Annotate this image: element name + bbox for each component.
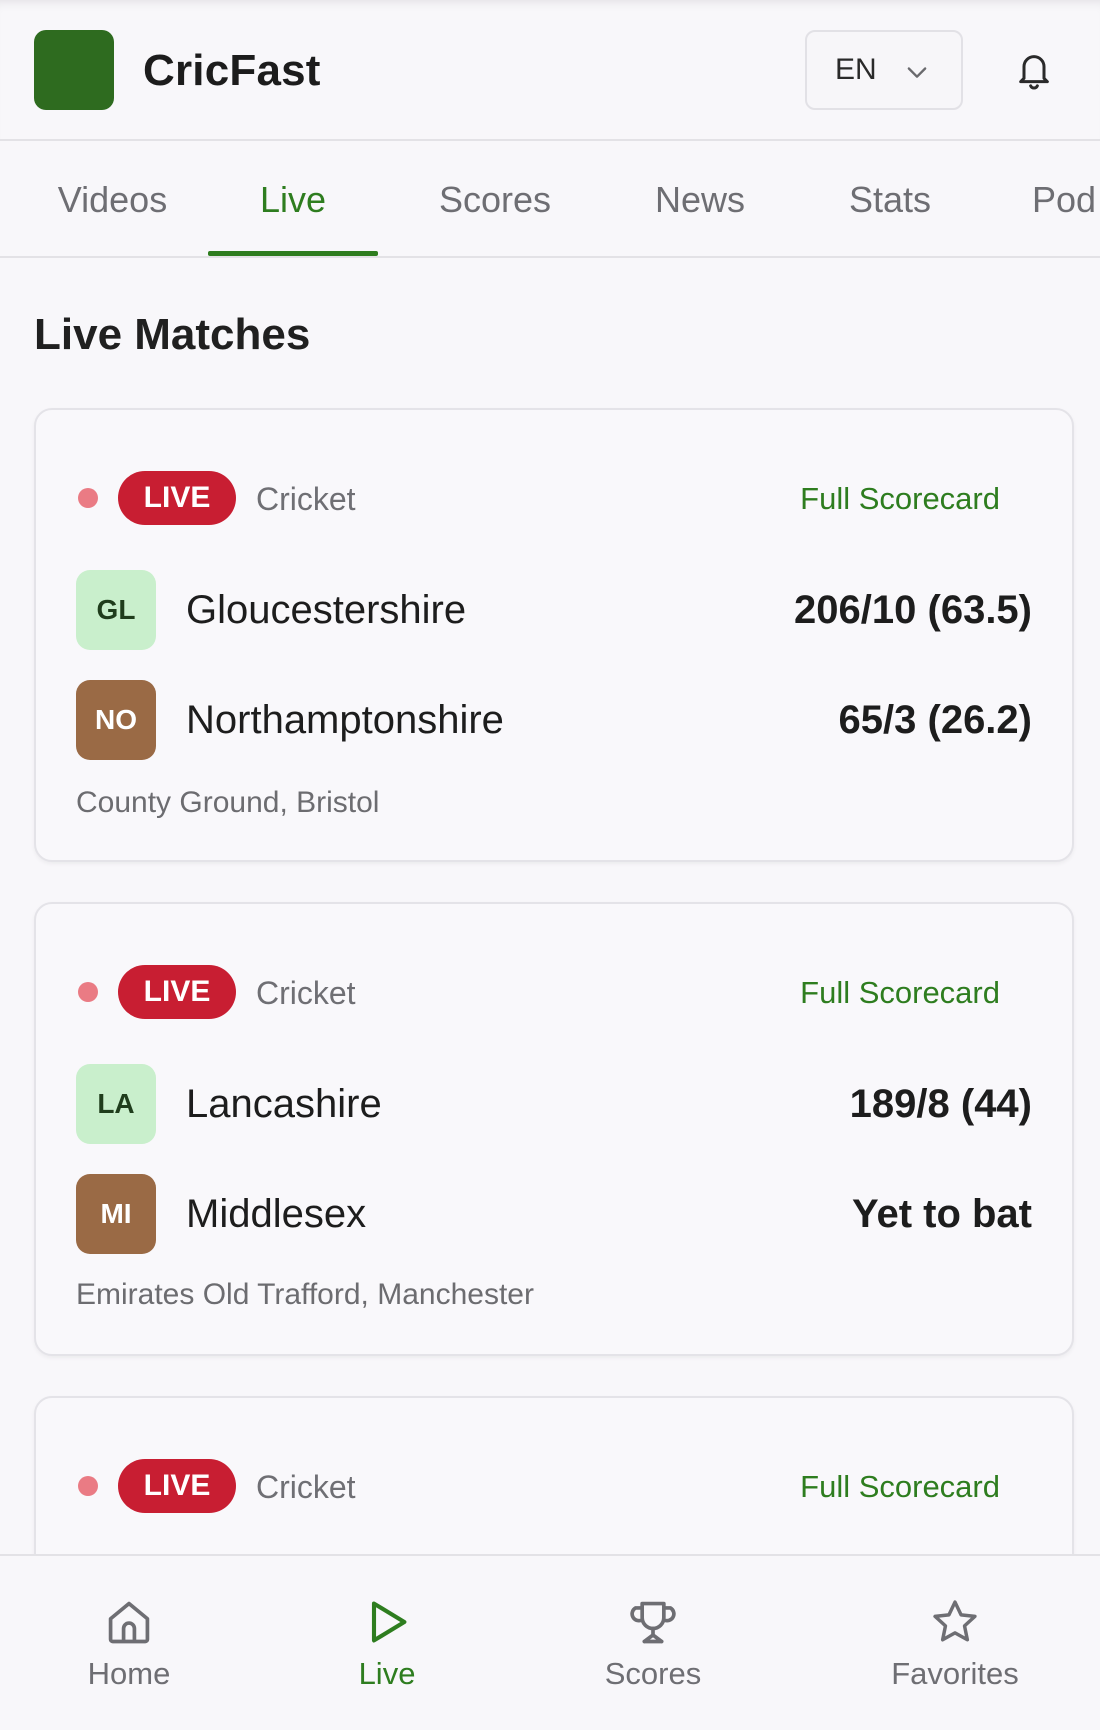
tab-stats[interactable]: Stats	[805, 141, 975, 256]
team-row: LA Lancashire 189/8 (44)	[76, 1064, 1032, 1144]
venue-label: County Ground, Bristol	[76, 786, 380, 819]
page-title: Live Matches	[34, 310, 311, 359]
team-row: GL Gloucestershire 206/10 (63.5)	[76, 570, 1032, 650]
star-icon	[933, 1600, 977, 1642]
full-scorecard-link[interactable]: Full Scorecard	[800, 481, 1000, 517]
live-badge: LIVE	[118, 965, 236, 1019]
team-score: Yet to bat	[851, 1192, 1032, 1236]
nav-live[interactable]: Live	[287, 1556, 487, 1730]
bottom-navigation: Home Live Scores Favorites	[0, 1554, 1100, 1730]
trophy-icon	[630, 1601, 676, 1644]
team-badge: NO	[76, 680, 156, 760]
tab-live[interactable]: Live	[208, 141, 378, 256]
team-badge: LA	[76, 1064, 156, 1144]
bell-icon[interactable]	[1014, 48, 1054, 92]
live-dot-icon	[78, 1476, 98, 1496]
team-name: Middlesex	[186, 1192, 367, 1236]
category-tabs: Videos Live Scores News Stats Pod	[0, 141, 1100, 258]
team-name: Gloucestershire	[186, 588, 467, 632]
sport-label: Cricket	[256, 975, 356, 1011]
live-dot-icon	[78, 488, 98, 508]
live-badge: LIVE	[118, 1459, 236, 1513]
app-header: CricFast EN	[0, 0, 1100, 141]
tab-news[interactable]: News	[615, 141, 785, 256]
nav-favorites[interactable]: Favorites	[855, 1556, 1055, 1730]
sport-label: Cricket	[256, 481, 356, 517]
team-score: 189/8 (44)	[849, 1082, 1032, 1126]
active-tab-indicator	[208, 251, 378, 256]
nav-home-label: Home	[87, 1656, 171, 1691]
team-badge: MI	[76, 1174, 156, 1254]
chevron-down-icon	[907, 67, 927, 78]
nav-scores-label: Scores	[604, 1656, 702, 1691]
tab-pod[interactable]: Pod	[1010, 141, 1100, 256]
team-name: Northamptonshire	[186, 698, 504, 742]
language-select[interactable]: EN	[805, 30, 963, 110]
team-badge: GL	[76, 570, 156, 650]
nav-favorites-label: Favorites	[891, 1656, 1019, 1691]
team-row: NO Northamptonshire 65/3 (26.2)	[76, 680, 1032, 760]
team-name: Lancashire	[186, 1082, 382, 1126]
nav-live-label: Live	[358, 1656, 416, 1691]
team-row: MI Middlesex Yet to bat	[76, 1174, 1032, 1254]
team-score: 65/3 (26.2)	[838, 698, 1032, 742]
tab-videos[interactable]: Videos	[30, 141, 195, 256]
sport-label: Cricket	[256, 1469, 356, 1505]
match-card[interactable]: LIVE Cricket Full Scorecard LA Lancashir…	[34, 902, 1074, 1356]
home-icon	[108, 1601, 150, 1644]
team-score: 206/10 (63.5)	[794, 588, 1032, 632]
full-scorecard-link[interactable]: Full Scorecard	[800, 1469, 1000, 1505]
nav-home[interactable]: Home	[29, 1556, 229, 1730]
match-card[interactable]: LIVE Cricket Full Scorecard GL Glouceste…	[34, 408, 1074, 862]
full-scorecard-link[interactable]: Full Scorecard	[800, 975, 1000, 1011]
nav-scores[interactable]: Scores	[553, 1556, 753, 1730]
tab-scores[interactable]: Scores	[405, 141, 585, 256]
play-icon	[371, 1601, 407, 1643]
app-title: CricFast	[143, 46, 321, 95]
language-value: EN	[835, 53, 877, 86]
venue-label: Emirates Old Trafford, Manchester	[76, 1278, 534, 1311]
live-dot-icon	[78, 982, 98, 1002]
app-logo[interactable]	[34, 30, 114, 110]
live-badge: LIVE	[118, 471, 236, 525]
